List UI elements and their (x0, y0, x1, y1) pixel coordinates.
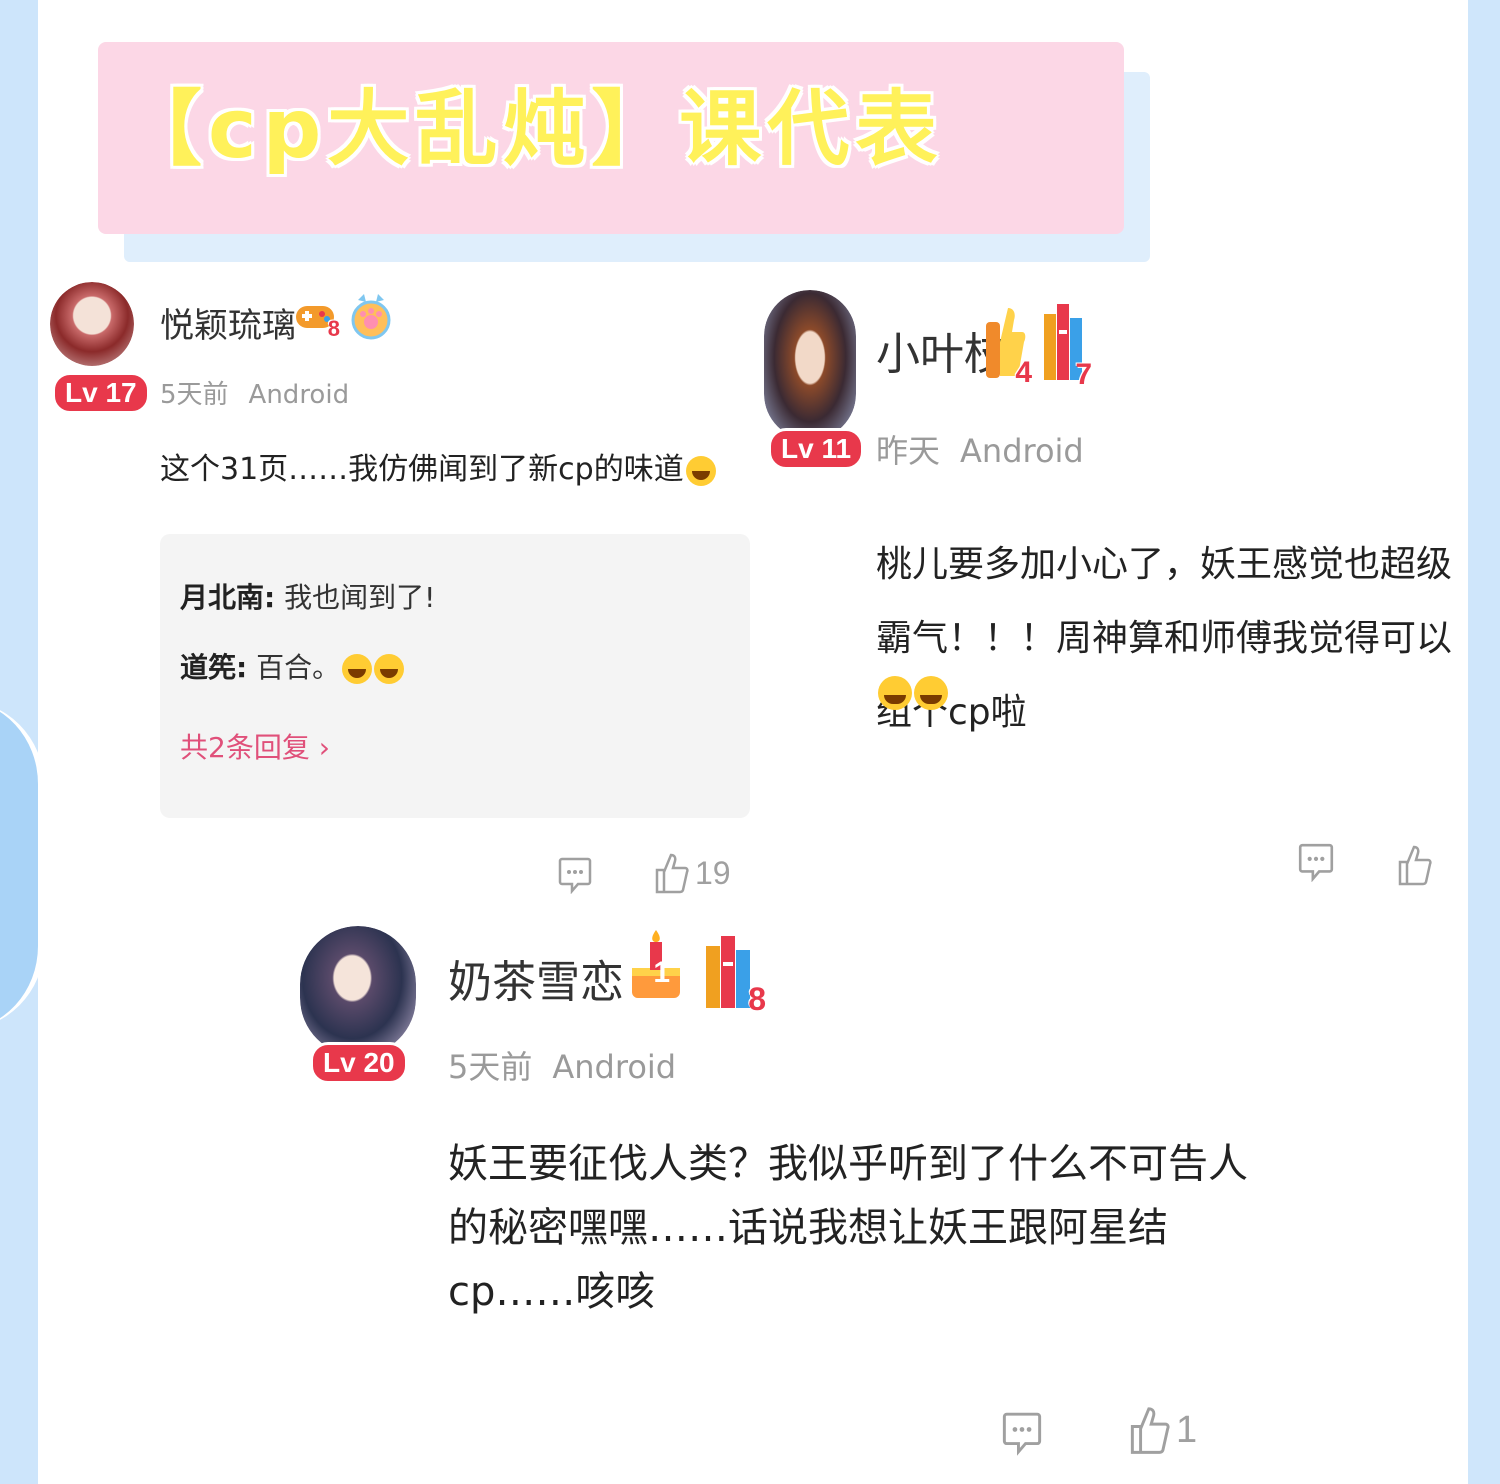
medal-count: 1 (653, 956, 670, 989)
thumbs-up-medal-icon: 4 (982, 302, 1032, 389)
like-count: 19 (695, 854, 731, 891)
medal-count: 7 (1075, 358, 1092, 391)
comment-time: 昨天 (876, 432, 941, 470)
comment-device: Android (248, 380, 350, 410)
comment-meta: 昨天 Android (876, 426, 1084, 472)
title-banner: 【cp大乱炖】课代表 (98, 42, 1124, 234)
username[interactable]: 奶茶雪恋 (448, 946, 624, 1010)
comment-device: Android (960, 432, 1084, 470)
comment-device: Android (552, 1048, 677, 1086)
comment-time: 5天前 (160, 380, 229, 410)
more-replies-link[interactable]: 共2条回复 › (180, 726, 330, 766)
medal-count: 4 (1015, 356, 1032, 389)
game-controller-medal-icon: 8 (294, 296, 340, 341)
comment-text: 妖王要征伐人类？我似乎听到了什么不可告人的秘密嘿嘿……话说我想让妖王跟阿星结cp… (448, 1132, 1248, 1324)
reply-author[interactable]: 道筅: (180, 651, 247, 684)
reply-text: 百合。 (247, 651, 341, 684)
birthday-cake-medal-icon: 1 (628, 928, 684, 1004)
reply-button[interactable] (1298, 842, 1334, 882)
medal-count: 8 (748, 981, 766, 1017)
avatar[interactable] (300, 926, 416, 1056)
avatar[interactable] (50, 282, 134, 366)
thumbs-up-icon (1398, 845, 1432, 886)
books-medal-icon: 7 (1042, 300, 1092, 391)
laugh-tears-emoji-icon (914, 676, 948, 710)
laugh-tears-emoji-icon (878, 676, 912, 710)
thumbs-up-icon (655, 853, 689, 894)
like-button[interactable] (1398, 834, 1438, 896)
username[interactable]: 悦颖琉璃 (160, 298, 296, 347)
reply-text: 我也闻到了! (275, 581, 436, 614)
reply-button[interactable] (1002, 1410, 1042, 1456)
more-replies-label: 共2条回复 (180, 731, 310, 764)
like-count: 1 (1176, 1408, 1198, 1451)
grin-emoji-icon (342, 654, 373, 684)
reply-preview-box[interactable]: 月北南: 我也闻到了! 道筅: 百合。 共2条回复 › (160, 534, 750, 818)
smile-emoji-icon (685, 455, 716, 486)
reply-item: 道筅: 百合。 (180, 646, 405, 686)
comment-text: 桃儿要多加小心了，妖王感觉也超级霸气！！！周神算和师傅我觉得可以组个cp啦 (876, 528, 1456, 750)
laughing-emoji-icons (876, 676, 948, 710)
banner-title: 【cp大乱炖】课代表 (120, 82, 944, 177)
chevron-right-icon: › (309, 731, 330, 764)
comment-bubble-icon (558, 857, 592, 894)
grin-emoji-icon (374, 654, 405, 684)
reply-item: 月北南: 我也闻到了! (180, 576, 435, 616)
level-badge: Lv 17 (52, 372, 150, 414)
medal-count: 8 (327, 316, 340, 341)
reply-button[interactable] (558, 856, 592, 894)
paw-badge-icon (350, 290, 392, 346)
comment-time: 5天前 (448, 1048, 533, 1086)
thumbs-up-icon (1130, 1407, 1170, 1454)
level-badge: Lv 20 (310, 1042, 408, 1084)
comment-text: 这个31页……我仿佛闻到了新cp的味道 (160, 448, 720, 492)
comment-text-content: 妖王要征伐人类？我似乎听到了什么不可告人的秘密嘿嘿……话说我想让妖王跟阿星结cp… (448, 1141, 1248, 1315)
like-button[interactable]: 1 (1130, 1404, 1197, 1456)
like-button[interactable]: 19 (655, 852, 731, 894)
comment-text-content: 这个31页……我仿佛闻到了新cp的味道 (160, 452, 684, 487)
right-decor-panel (1468, 0, 1500, 1484)
reply-author[interactable]: 月北南: (180, 581, 275, 614)
comment-meta: 5天前 Android (448, 1042, 676, 1088)
books-medal-icon: 8 (704, 934, 766, 1017)
level-badge: Lv 11 (768, 428, 865, 470)
avatar[interactable] (764, 290, 856, 440)
comment-text-content: 桃儿要多加小心了，妖王感觉也超级霸气！！！周神算和师傅我觉得可以组个cp啦 (876, 544, 1453, 733)
comment-meta: 5天前 Android (160, 374, 349, 411)
comment-bubble-icon (1298, 843, 1334, 882)
comment-bubble-icon (1002, 1412, 1042, 1456)
